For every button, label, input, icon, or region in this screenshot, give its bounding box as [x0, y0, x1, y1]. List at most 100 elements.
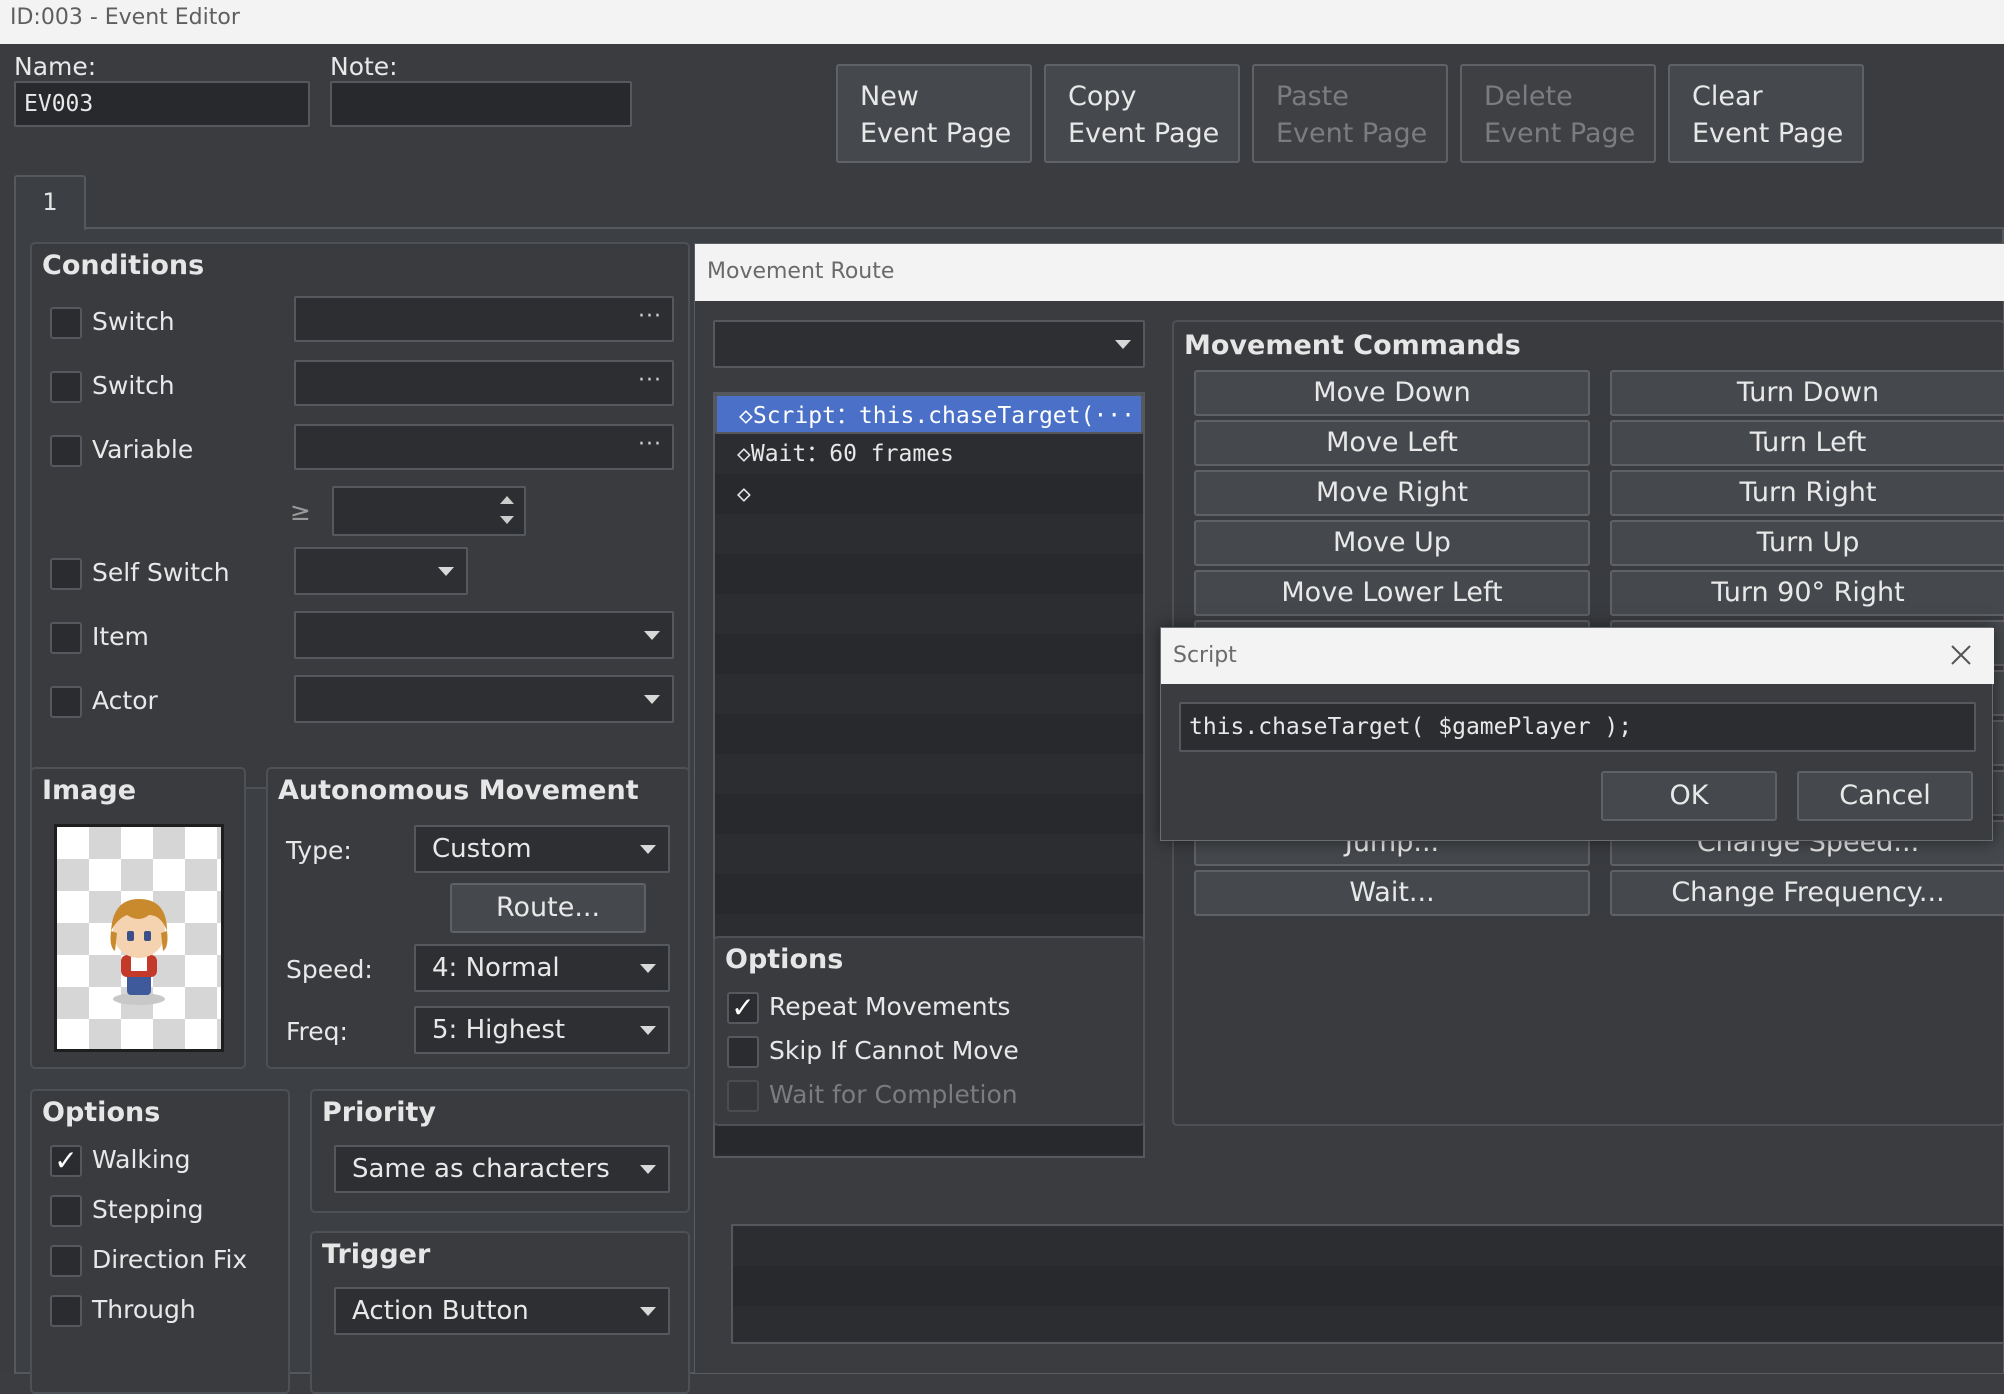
- command-button[interactable]: Move Lower Left: [1194, 570, 1590, 616]
- command-button[interactable]: Move Down: [1194, 370, 1590, 416]
- command-button[interactable]: Move Left: [1194, 420, 1590, 466]
- clear-event-page-button[interactable]: Clear Event Page: [1668, 64, 1864, 163]
- route-list-item[interactable]: ◇Wait：60 frames: [715, 434, 1143, 474]
- image-title: Image: [42, 775, 137, 806]
- type-label: Type:: [286, 836, 352, 865]
- switch1-checkbox[interactable]: [50, 307, 82, 339]
- route-target-select[interactable]: [713, 320, 1145, 368]
- item-select[interactable]: [294, 611, 674, 659]
- route-list-item[interactable]: ◇: [715, 474, 1143, 514]
- type-value: Custom: [432, 834, 532, 864]
- command-button[interactable]: Turn Up: [1610, 520, 2004, 566]
- repeat-movements-label: Repeat Movements: [769, 992, 1011, 1021]
- freq-select[interactable]: 5: Highest: [414, 1006, 670, 1054]
- wait-for-completion-label: Wait for Completion: [769, 1080, 1018, 1109]
- copy-event-page-button[interactable]: Copy Event Page: [1044, 64, 1240, 163]
- script-input[interactable]: this.chaseTarget( $gamePlayer );: [1179, 702, 1976, 752]
- new-event-page-button[interactable]: New Event Page: [836, 64, 1032, 163]
- command-button[interactable]: Turn Down: [1610, 370, 2004, 416]
- window-title: ID:003 - Event Editor: [0, 0, 2004, 44]
- speed-label: Speed:: [286, 955, 373, 984]
- trigger-value: Action Button: [352, 1296, 529, 1326]
- command-button[interactable]: Move Right: [1194, 470, 1590, 516]
- type-select[interactable]: Custom: [414, 825, 670, 873]
- ok-button[interactable]: OK: [1601, 771, 1777, 821]
- wait-for-completion-checkbox[interactable]: [727, 1080, 759, 1112]
- conditions-title: Conditions: [42, 250, 205, 281]
- variable-checkbox[interactable]: [50, 435, 82, 467]
- command-button[interactable]: Change Frequency...: [1610, 870, 2004, 916]
- movement-route-title: Movement Route: [695, 244, 2004, 301]
- command-button[interactable]: Turn 90° Right: [1610, 570, 2004, 616]
- close-icon[interactable]: [1946, 640, 1976, 670]
- skip-if-cannot-move-label: Skip If Cannot Move: [769, 1036, 1019, 1065]
- variable-label: Variable: [92, 435, 194, 464]
- conditions-panel: Conditions Switch ··· Switch ··· Variabl…: [30, 242, 690, 789]
- options-panel: Options ✓ Walking Stepping Direction Fix…: [30, 1089, 290, 1394]
- variable-selector[interactable]: ···: [294, 424, 674, 470]
- delete-event-page-button[interactable]: Delete Event Page: [1460, 64, 1656, 163]
- command-button[interactable]: Move Up: [1194, 520, 1590, 566]
- self-switch-label: Self Switch: [92, 558, 230, 587]
- autonomous-movement-panel: Autonomous Movement Type: Custom Route..…: [266, 767, 690, 1069]
- chevron-down-icon: [644, 695, 660, 704]
- tab-page-1[interactable]: 1: [14, 175, 86, 230]
- empty-row: [715, 674, 1143, 714]
- name-label: Name:: [14, 52, 97, 81]
- command-button[interactable]: Turn Left: [1610, 420, 2004, 466]
- actor-select[interactable]: [294, 675, 674, 723]
- switch2-checkbox[interactable]: [50, 371, 82, 403]
- character-sprite: [110, 899, 168, 1005]
- script-dialog-title: Script: [1161, 628, 1994, 684]
- self-switch-select[interactable]: [294, 547, 468, 595]
- actor-checkbox[interactable]: [50, 686, 82, 718]
- switch1-selector[interactable]: ···: [294, 296, 674, 342]
- direction-fix-checkbox[interactable]: [50, 1245, 82, 1277]
- spinner-down-icon[interactable]: [500, 516, 514, 524]
- empty-row: [715, 754, 1143, 794]
- autonomous-title: Autonomous Movement: [278, 775, 639, 806]
- priority-select[interactable]: Same as characters: [334, 1145, 670, 1193]
- chevron-down-icon: [640, 1165, 656, 1174]
- empty-row: [715, 714, 1143, 754]
- note-input[interactable]: [330, 81, 632, 127]
- spinner-up-icon[interactable]: [500, 496, 514, 504]
- speed-select[interactable]: 4: Normal: [414, 944, 670, 992]
- movement-commands-title: Movement Commands: [1184, 330, 1521, 361]
- stepping-label: Stepping: [92, 1195, 204, 1224]
- item-label: Item: [92, 622, 149, 651]
- chevron-down-icon: [644, 631, 660, 640]
- route-options-panel: Options ✓ Repeat Movements Skip If Canno…: [713, 936, 1145, 1126]
- switch2-selector[interactable]: ···: [294, 360, 674, 406]
- item-checkbox[interactable]: [50, 622, 82, 654]
- chevron-down-icon: [438, 567, 454, 576]
- route-list-item[interactable]: ◇Script：this.chaseTarget( ···: [715, 394, 1143, 434]
- paste-event-page-button[interactable]: Paste Event Page: [1252, 64, 1448, 163]
- trigger-panel: Trigger Action Button: [310, 1231, 690, 1394]
- route-button[interactable]: Route...: [450, 883, 646, 933]
- command-button[interactable]: Wait...: [1194, 870, 1590, 916]
- command-button[interactable]: Turn Right: [1610, 470, 2004, 516]
- options-title: Options: [42, 1097, 161, 1128]
- gte-label: ≥: [290, 497, 311, 526]
- through-label: Through: [92, 1295, 196, 1324]
- variable-value-spinner[interactable]: [332, 486, 526, 536]
- cancel-button[interactable]: Cancel: [1797, 771, 1973, 821]
- empty-row: [715, 794, 1143, 834]
- priority-panel: Priority Same as characters: [310, 1089, 690, 1213]
- walking-checkbox[interactable]: ✓: [50, 1145, 82, 1177]
- self-switch-checkbox[interactable]: [50, 558, 82, 590]
- stepping-checkbox[interactable]: [50, 1195, 82, 1227]
- name-input[interactable]: EV003: [14, 81, 310, 127]
- chevron-down-icon: [640, 1026, 656, 1035]
- more-icon: ···: [1093, 396, 1135, 432]
- priority-title: Priority: [322, 1097, 436, 1128]
- empty-row: [715, 554, 1143, 594]
- through-checkbox[interactable]: [50, 1295, 82, 1327]
- character-image[interactable]: [54, 824, 224, 1052]
- skip-if-cannot-move-checkbox[interactable]: [727, 1036, 759, 1068]
- chevron-down-icon: [640, 964, 656, 973]
- empty-row: [715, 834, 1143, 874]
- repeat-movements-checkbox[interactable]: ✓: [727, 992, 759, 1024]
- trigger-select[interactable]: Action Button: [334, 1287, 670, 1335]
